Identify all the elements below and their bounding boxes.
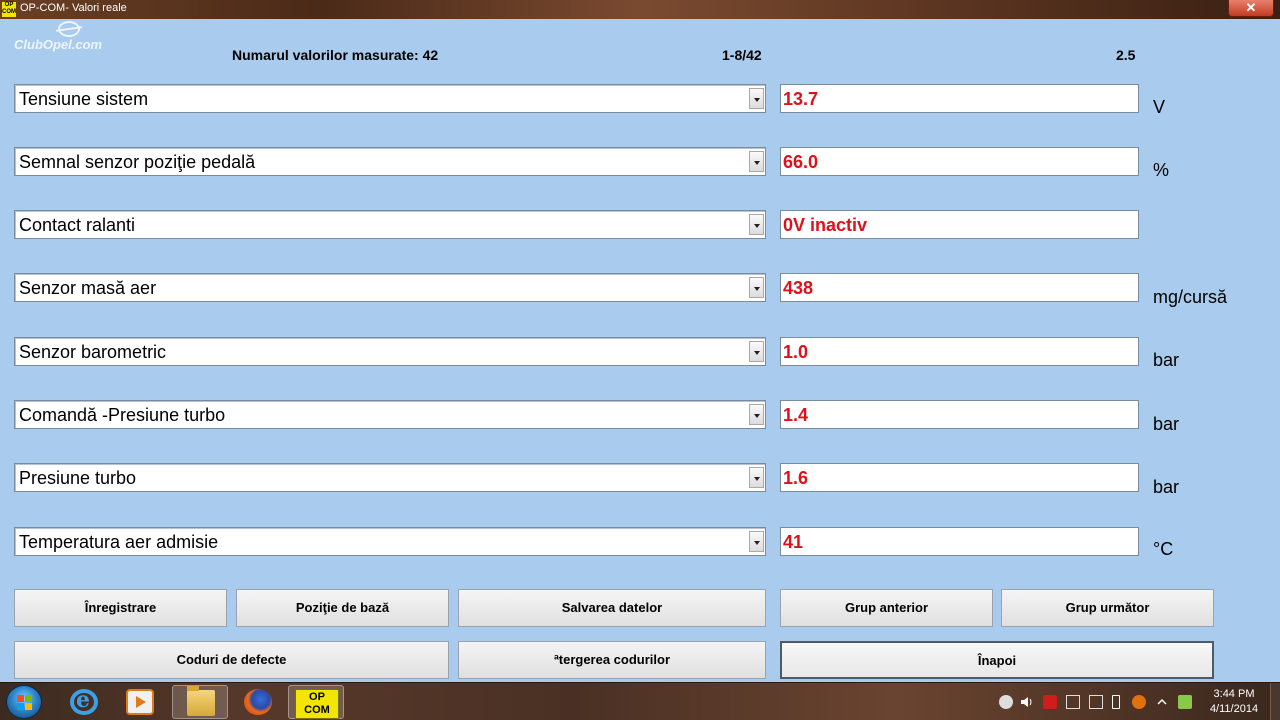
parameter-value-3: 0V inactiv	[780, 210, 1139, 239]
parameter-value-7: 1.6	[780, 463, 1139, 492]
parameter-value-8: 41	[780, 527, 1139, 556]
version-number: 2.5	[1116, 47, 1136, 63]
base-position-button[interactable]: Poziţie de bază	[236, 589, 449, 627]
chevron-down-icon[interactable]	[749, 151, 764, 172]
windows-logo-icon	[17, 695, 33, 711]
chevron-down-icon[interactable]	[749, 467, 764, 488]
firefox-icon	[244, 689, 272, 715]
save-data-button[interactable]: Salvarea datelor	[458, 589, 766, 627]
previous-group-button[interactable]: Grup anterior	[780, 589, 993, 627]
minus-circle-icon[interactable]	[999, 695, 1013, 709]
parameter-select-6[interactable]: Comandă -Presiune turbo	[14, 400, 766, 429]
clock-time: 3:44 PM	[1213, 688, 1255, 700]
fault-codes-button[interactable]: Coduri de defecte	[14, 641, 449, 679]
value-text: 1.0	[783, 342, 809, 362]
parameter-label: Contact ralanti	[19, 215, 136, 235]
taskbar-ie[interactable]	[56, 685, 112, 719]
parameter-label: Temperatura aer admisie	[19, 532, 219, 552]
start-button[interactable]	[6, 685, 42, 719]
clear-codes-button[interactable]: ªtergerea codurilor	[458, 641, 766, 679]
value-text: 1.6	[783, 468, 809, 488]
show-desktop-button[interactable]	[1270, 683, 1280, 720]
parameter-unit-6: bar	[1153, 414, 1180, 434]
parameter-unit-8: °C	[1153, 539, 1174, 559]
title-bar: OP COM OP-COM- Valori reale ✕	[0, 0, 1280, 19]
chevron-down-icon[interactable]	[749, 277, 764, 298]
value-text: 41	[783, 532, 804, 552]
internet-explorer-icon	[70, 687, 98, 715]
record-button[interactable]: Înregistrare	[14, 589, 227, 627]
parameter-select-4[interactable]: Senzor masă aer	[14, 273, 766, 302]
alert-icon[interactable]	[1132, 695, 1146, 709]
back-button[interactable]: Înapoi	[780, 641, 1214, 679]
parameter-label: Comandă -Presiune turbo	[19, 405, 226, 425]
parameter-unit-1: V	[1153, 97, 1166, 117]
monitor-icon[interactable]	[1066, 695, 1080, 709]
parameter-label: Tensiune sistem	[19, 89, 149, 109]
chevron-down-icon[interactable]	[749, 88, 764, 109]
parameter-value-2: 66.0	[780, 147, 1139, 176]
parameter-value-6: 1.4	[780, 400, 1139, 429]
value-text: 66.0	[783, 152, 819, 172]
opcom-app-icon: OP COM	[2, 2, 16, 17]
chevron-down-icon[interactable]	[749, 341, 764, 362]
safely-remove-icon[interactable]	[1178, 695, 1192, 709]
parameter-select-1[interactable]: Tensiune sistem	[14, 84, 766, 113]
system-clock[interactable]: 3:44 PM 4/11/2014	[1204, 687, 1264, 717]
taskbar-explorer[interactable]	[172, 685, 228, 719]
pdf-reader-icon[interactable]	[1043, 695, 1057, 709]
chevron-down-icon[interactable]	[749, 531, 764, 552]
taskbar: OP COM 3:44 PM 4/11/2014	[0, 682, 1280, 720]
parameter-select-2[interactable]: Semnal senzor poziţie pedală	[14, 147, 766, 176]
parameter-unit-7: bar	[1153, 477, 1180, 497]
parameter-select-8[interactable]: Temperatura aer admisie	[14, 527, 766, 556]
battery-icon[interactable]	[1112, 695, 1120, 709]
parameter-label: Presiune turbo	[19, 468, 137, 488]
value-text: 438	[783, 278, 814, 298]
chevron-down-icon[interactable]	[749, 214, 764, 235]
opcom-icon: OP COM	[295, 689, 339, 719]
parameter-label: Semnal senzor poziţie pedală	[19, 152, 256, 172]
chevron-down-icon[interactable]	[749, 404, 764, 425]
parameter-select-3[interactable]: Contact ralanti	[14, 210, 766, 239]
logo-text: ClubOpel.com	[14, 37, 103, 52]
value-text: 13.7	[783, 89, 819, 109]
media-player-icon	[126, 689, 154, 715]
network-error-icon[interactable]	[1089, 695, 1103, 709]
parameter-unit-2: %	[1153, 160, 1170, 180]
folder-icon	[187, 686, 215, 716]
opel-logo-icon	[58, 21, 80, 37]
taskbar-opcom[interactable]: OP COM	[288, 685, 344, 719]
parameter-unit-5: bar	[1153, 350, 1180, 370]
page-range: 1-8/42	[722, 47, 762, 63]
parameter-value-4: 438	[780, 273, 1139, 302]
window-title: OP-COM- Valori reale	[20, 2, 127, 14]
taskbar-media-player[interactable]	[112, 685, 168, 719]
chevron-up-icon[interactable]	[1155, 695, 1169, 709]
value-text: 0V inactiv	[783, 215, 868, 235]
parameter-unit-4: mg/cursă	[1153, 287, 1228, 307]
parameter-label: Senzor barometric	[19, 342, 167, 362]
next-group-button[interactable]: Grup următor	[1001, 589, 1214, 627]
parameter-label: Senzor masă aer	[19, 278, 157, 298]
value-text: 1.4	[783, 405, 809, 425]
volume-icon[interactable]	[1020, 695, 1034, 709]
clock-date: 4/11/2014	[1209, 703, 1259, 715]
close-button[interactable]: ✕	[1228, 0, 1274, 17]
parameter-value-5: 1.0	[780, 337, 1139, 366]
parameter-value-1: 13.7	[780, 84, 1139, 113]
taskbar-firefox[interactable]	[230, 685, 286, 719]
parameter-select-7[interactable]: Presiune turbo	[14, 463, 766, 492]
measured-values-count: Numarul valorilor masurate: 42	[232, 47, 439, 63]
parameter-select-5[interactable]: Senzor barometric	[14, 337, 766, 366]
clubopel-logo: ClubOpel.com	[14, 21, 124, 55]
